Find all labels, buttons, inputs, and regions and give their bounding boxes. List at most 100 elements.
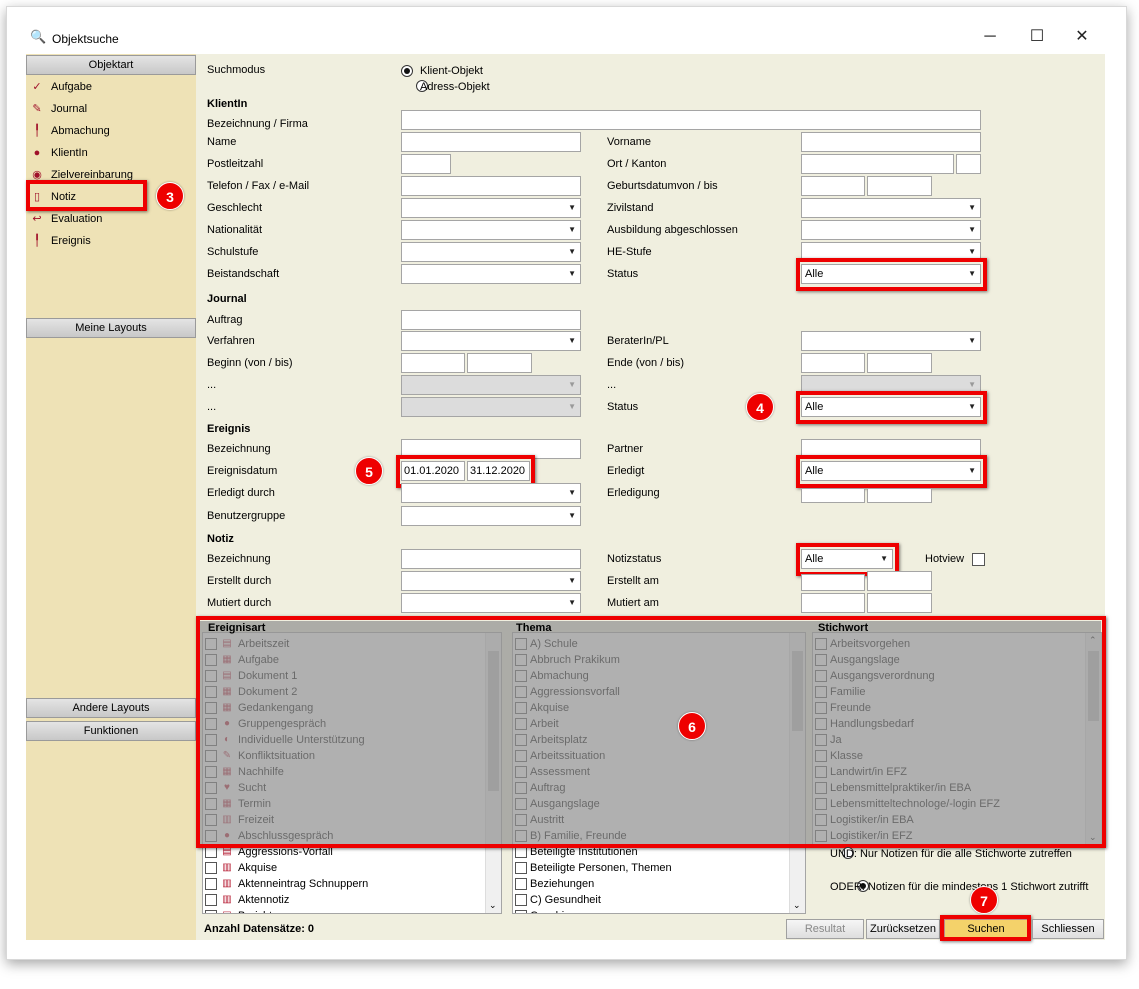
- berater-select[interactable]: ▼: [801, 331, 981, 351]
- objektart-header[interactable]: Objektart: [26, 55, 196, 75]
- erledigung-von-input[interactable]: [801, 488, 865, 503]
- schliessen-button[interactable]: Schliessen: [1032, 919, 1104, 939]
- ort-input[interactable]: [801, 154, 954, 174]
- checkbox[interactable]: [515, 878, 527, 891]
- close-button[interactable]: ✕: [1067, 22, 1097, 52]
- sidebar-item-abmachung[interactable]: ╿ Abmachung: [28, 122, 110, 140]
- chevron-down-icon: ▼: [568, 511, 576, 520]
- zuruecksetzen-button[interactable]: Zurücksetzen: [866, 919, 940, 939]
- checkbox[interactable]: [515, 862, 527, 875]
- erstellt-durch-label: Erstellt durch: [207, 575, 272, 587]
- geschlecht-select[interactable]: ▼: [401, 198, 581, 218]
- radio-klient-objekt[interactable]: [401, 65, 413, 78]
- step-badge-3: 3: [156, 182, 184, 210]
- mutiert-am-bis-input[interactable]: [867, 593, 932, 613]
- erstellt-am-label: Erstellt am: [607, 575, 659, 587]
- geburtsdatum-bis-input[interactable]: [867, 176, 932, 196]
- highlight-klient-status: [796, 258, 987, 291]
- chevron-down-icon: ▼: [968, 225, 976, 234]
- sidebar-item-ereignis[interactable]: ╿ Ereignis: [28, 232, 91, 250]
- checkbox[interactable]: [205, 910, 217, 913]
- zivilstand-select[interactable]: ▼: [801, 198, 981, 218]
- erledigung-label: Erledigung: [607, 487, 660, 499]
- hotview-checkbox[interactable]: [972, 553, 985, 566]
- ausbildung-select[interactable]: ▼: [801, 220, 981, 240]
- schulstufe-select[interactable]: ▼: [401, 242, 581, 262]
- list-item[interactable]: ▤ Bericht: [205, 908, 272, 913]
- name-label: Name: [207, 136, 237, 148]
- erstellt-am-bis-input[interactable]: [867, 571, 932, 591]
- chevron-down-icon: ▼: [968, 203, 976, 212]
- list-item-label: Aktennotiz: [238, 894, 290, 906]
- search-app-icon: 🔍: [30, 29, 47, 44]
- telefon-input[interactable]: [401, 176, 581, 196]
- section-klientin: KlientIn: [207, 98, 248, 110]
- funktionen-button[interactable]: Funktionen: [26, 721, 196, 741]
- list-item[interactable]: Beteiligte Personen, Themen: [515, 860, 672, 876]
- notiz-bezeichnung-input[interactable]: [401, 549, 581, 569]
- gift-icon: ▥: [222, 862, 232, 874]
- checkbox[interactable]: [515, 910, 527, 913]
- berater-label: BeraterIn/PL: [607, 335, 669, 347]
- chevron-down-icon: ▼: [568, 203, 576, 212]
- list-item[interactable]: ▥ Aktenneintrag Schnuppern: [205, 876, 368, 892]
- resultat-button[interactable]: Resultat: [786, 919, 864, 939]
- beginn-label: Beginn (von / bis): [207, 357, 293, 369]
- chevron-down-icon[interactable]: ⌄: [793, 900, 801, 911]
- chevron-down-icon: ▼: [568, 225, 576, 234]
- checkbox[interactable]: [515, 894, 527, 907]
- mutiert-durch-select[interactable]: ▼: [401, 593, 581, 613]
- andere-layouts-button[interactable]: Andere Layouts: [26, 698, 196, 718]
- postleitzahl-label: Postleitzahl: [207, 158, 264, 170]
- sidebar-item-label: Abmachung: [51, 125, 110, 137]
- checkbox[interactable]: [205, 878, 217, 891]
- checkbox[interactable]: [205, 862, 217, 875]
- beginn-von-input[interactable]: [401, 353, 465, 373]
- list-item[interactable]: C) Gesundheit: [515, 892, 601, 908]
- chevron-down-icon[interactable]: ⌄: [489, 900, 497, 911]
- bezeichnung-firma-input[interactable]: [401, 110, 981, 130]
- section-notiz: Notiz: [207, 533, 234, 545]
- checkbox[interactable]: [205, 894, 217, 907]
- minimize-button[interactable]: ─: [975, 22, 1005, 52]
- erledigt-durch-select[interactable]: ▼: [401, 483, 581, 503]
- person-icon: ●: [33, 147, 41, 159]
- sidebar-item-klientin[interactable]: ● KlientIn: [28, 144, 88, 162]
- vorname-input[interactable]: [801, 132, 981, 152]
- chevron-down-icon: ▼: [568, 488, 576, 497]
- verfahren-label: Verfahren: [207, 335, 255, 347]
- erstellt-am-von-input[interactable]: [801, 574, 865, 591]
- list-item[interactable]: Coaching: [515, 908, 576, 913]
- beistandschaft-select[interactable]: ▼: [401, 264, 581, 284]
- doc-icon: ▤: [220, 910, 234, 913]
- erledigung-bis-input[interactable]: [867, 488, 932, 503]
- verfahren-select[interactable]: ▼: [401, 331, 581, 351]
- ende-von-input[interactable]: [801, 353, 865, 373]
- erstellt-durch-select[interactable]: ▼: [401, 571, 581, 591]
- list-item[interactable]: Beziehungen: [515, 876, 594, 892]
- auftrag-input[interactable]: [401, 310, 581, 330]
- check-icon: ✓: [32, 81, 42, 93]
- step-badge-6: 6: [678, 712, 706, 740]
- kanton-input[interactable]: [956, 154, 981, 174]
- list-item[interactable]: ▥ Aktennotiz: [205, 892, 289, 908]
- geburtsdatum-von-input[interactable]: [801, 176, 865, 196]
- list-item-label: Aktenneintrag Schnuppern: [238, 878, 369, 890]
- sidebar-item-evaluation[interactable]: ↩ Evaluation: [28, 210, 102, 228]
- geburtsdatum-label: Geburtsdatumvon / bis: [607, 180, 718, 192]
- maximize-button[interactable]: ☐: [1022, 22, 1052, 52]
- list-item[interactable]: ▥ Akquise: [205, 860, 277, 876]
- ende-bis-input[interactable]: [867, 353, 932, 373]
- postleitzahl-input[interactable]: [401, 154, 451, 174]
- beistandschaft-label: Beistandschaft: [207, 268, 280, 280]
- benutzergruppe-select[interactable]: ▼: [401, 506, 581, 526]
- notizstatus-label: Notizstatus: [607, 553, 662, 565]
- sidebar-item-journal[interactable]: ✎ Journal: [28, 100, 87, 118]
- list-item-label: Coaching: [530, 910, 576, 913]
- nationalitaet-select[interactable]: ▼: [401, 220, 581, 240]
- mutiert-am-von-input[interactable]: [801, 593, 865, 613]
- meine-layouts-button[interactable]: Meine Layouts: [26, 318, 196, 338]
- sidebar-item-aufgabe[interactable]: ✓ Aufgabe: [28, 78, 92, 96]
- name-input[interactable]: [401, 132, 581, 152]
- beginn-bis-input[interactable]: [467, 353, 532, 373]
